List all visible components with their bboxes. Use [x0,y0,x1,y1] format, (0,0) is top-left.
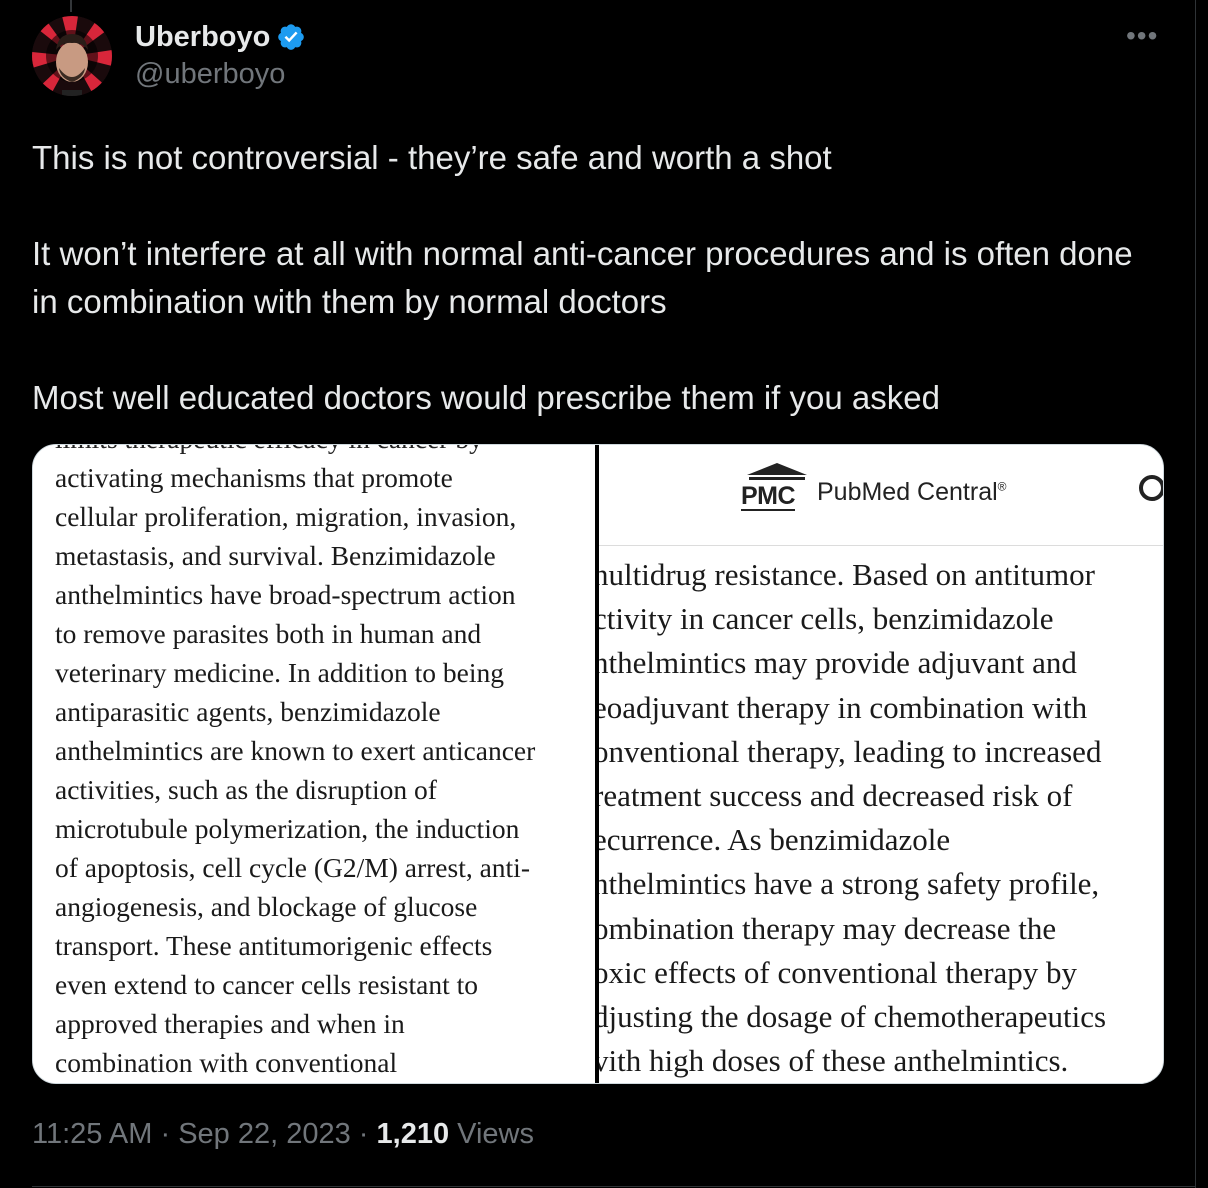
paper-line: of apoptosis, cell cycle (G2/M) arrest, … [55,852,530,883]
tweet-time[interactable]: 11:25 AM [32,1118,152,1150]
paper-line: djusting the dosage of chemotherapeutics [599,999,1107,1035]
author-handle[interactable]: @uberboyo [135,58,306,91]
paper-line: eoadjuvant therapy in combination with [599,689,1088,725]
pmc-title: PubMed Central® [817,478,1007,506]
tweet-divider [32,1186,1196,1187]
tweet-paragraph: This is not controversial - they’re safe… [32,139,832,176]
paper-line: onventional therapy, leading to increase… [599,733,1102,769]
paper-line: ecurrence. As benzimidazole [599,822,951,858]
tweet-text: This is not controversial - they’re safe… [32,134,1162,422]
paper-line: nthelmintics have a strong safety profil… [599,866,1100,902]
paper-line: anthelmintics are known to exert antican… [55,735,536,766]
verified-badge-icon[interactable] [276,22,306,52]
paper-line: combination with conventional [55,1047,398,1078]
paper-line: ctivity in cancer cells, benzimidazole [599,601,1054,637]
paper-excerpt-right: PMC PubMed Central® nultidrug resistance… [599,445,1163,1083]
more-options-icon[interactable]: ••• [1126,22,1158,50]
avatar[interactable] [32,16,112,96]
author-name[interactable]: Uberboyo [135,21,270,54]
paper-line: cellular proliferation, migration, invas… [55,501,517,532]
paper-line: limits therapeutic efficacy in cancer by [55,445,595,458]
tweet-paragraph: Most well educated doctors would prescri… [32,379,940,416]
tweet-paragraph: It won’t interfere at all with normal an… [32,235,1133,320]
paper-text-right: nultidrug resistance. Based on antitumor… [599,553,1163,1083]
paper-line: vith high doses of these anthelmintics. [599,1043,1069,1079]
paper-line: activating mechanisms that promote [55,462,453,493]
tweet-image[interactable]: limits therapeutic efficacy in cancer by… [32,444,1164,1084]
paper-line: nthelmintics may provide adjuvant and [599,645,1077,681]
tweet-date[interactable]: Sep 22, 2023 [178,1118,351,1150]
pmc-wordmark: PMC [741,482,796,511]
paper-line: anthelmintics have broad-spectrum action [55,579,516,610]
paper-excerpt-left: limits therapeutic efficacy in cancer by… [33,445,595,1083]
paper-text-left: limits therapeutic efficacy in cancer by… [55,445,595,1082]
paper-line: ombination therapy may decrease the [599,910,1057,946]
views-count: 1,210 [376,1118,450,1150]
paper-line: even extend to cancer cells resistant to [55,969,479,1000]
pmc-header: PMC PubMed Central® [599,445,1163,546]
paper-line: nultidrug resistance. Based on antitumor [599,557,1095,592]
pmc-logo: PMC PubMed Central® [741,461,1007,517]
author-block: Uberboyo @uberboyo [135,20,306,91]
thread-connector [70,0,72,12]
tweet-meta: 11:25 AM · Sep 22, 2023 · 1,210 Views [32,1118,535,1150]
paper-line: to remove parasites both in human and [55,618,482,649]
paper-line: microtubule polymerization, the inductio… [55,813,520,844]
paper-line: veterinary medicine. In addition to bein… [55,657,505,688]
paper-line: angiogenesis, and blockage of glucose [55,891,478,922]
paper-line: metastasis, and survival. Benzimidazole [55,540,496,571]
paper-line: transport. These antitumorigenic effects [55,930,493,961]
paper-line: activities, such as the disruption of [55,774,437,805]
paper-line: antiparasitic agents, benzimidazole [55,696,441,727]
paper-line: reatment success and decreased risk of [599,778,1073,814]
views-label: Views [457,1118,535,1150]
search-icon [1139,475,1163,501]
column-border [1195,0,1196,1188]
paper-line: approved therapies and when in [55,1008,405,1039]
paper-line: oxic effects of conventional therapy by [599,954,1078,990]
